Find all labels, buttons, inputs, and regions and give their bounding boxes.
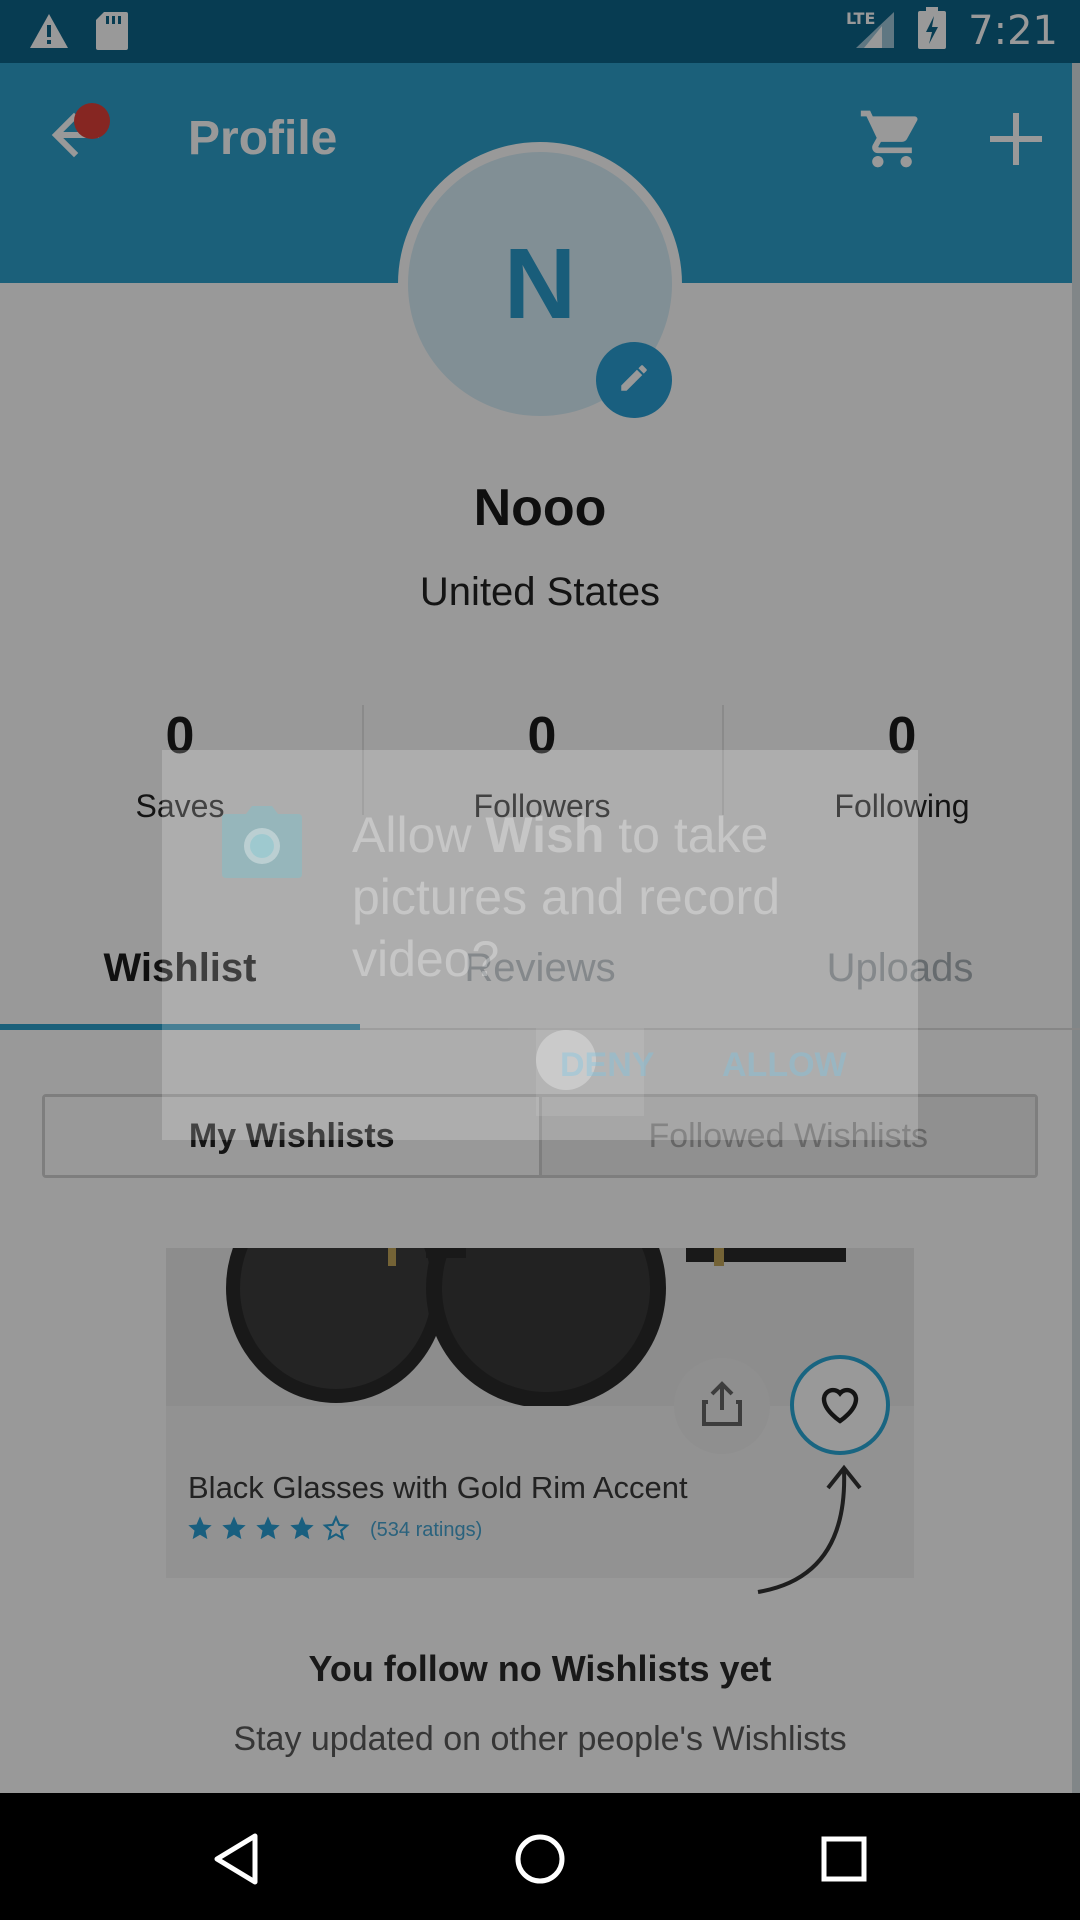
system-nav-bar	[0, 1793, 1080, 1920]
dialog-message-prefix: Allow	[352, 807, 486, 863]
home-circle-icon[interactable]	[500, 1819, 580, 1899]
back-triangle-icon[interactable]	[196, 1819, 276, 1899]
deny-button[interactable]: DENY	[560, 1046, 654, 1085]
camera-permission-dialog: Allow Wish to take pictures and record v…	[162, 750, 918, 1140]
camera-icon	[222, 806, 302, 878]
dialog-message: Allow Wish to take pictures and record v…	[352, 804, 872, 990]
dialog-app-name: Wish	[485, 807, 605, 863]
recents-square-icon[interactable]	[804, 1819, 884, 1899]
allow-button[interactable]: ALLOW	[722, 1046, 847, 1085]
